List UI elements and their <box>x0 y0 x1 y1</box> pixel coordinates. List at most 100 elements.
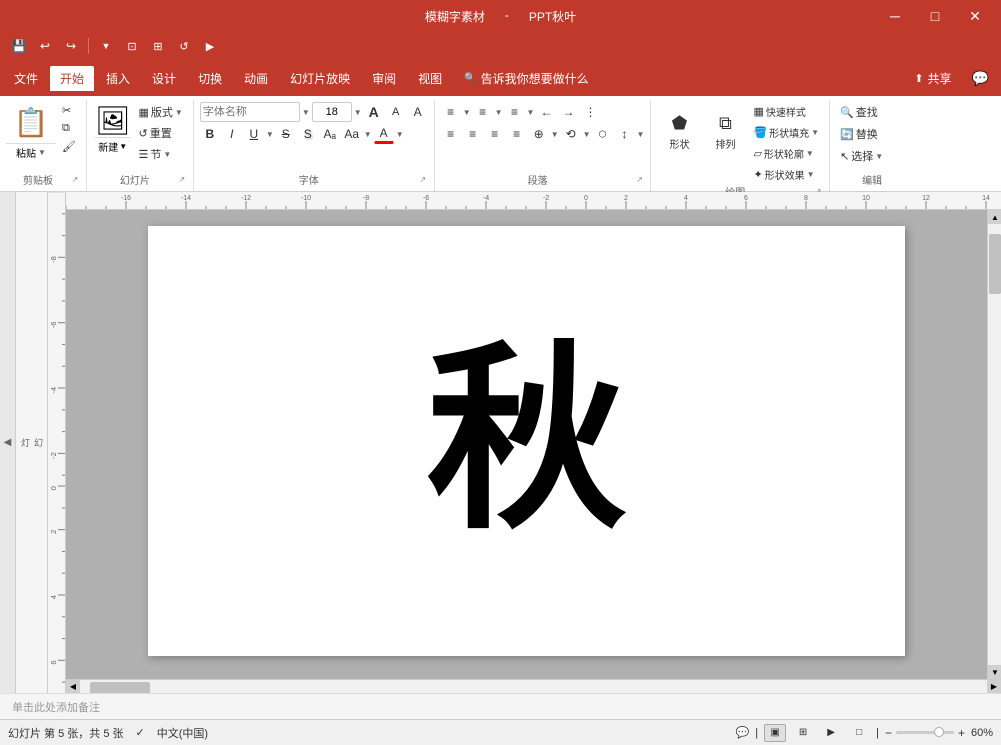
hscroll-track[interactable] <box>80 681 987 693</box>
svg-text:10: 10 <box>862 195 870 202</box>
redo-button[interactable]: ↪ <box>60 35 82 57</box>
menu-home[interactable]: 开始 <box>50 66 94 91</box>
notes-bar[interactable]: 单击此处添加备注 <box>0 693 1001 719</box>
menu-file[interactable]: 文件 <box>4 66 48 91</box>
qt-extra3[interactable]: ↺ <box>173 35 195 57</box>
font-color-button[interactable]: A <box>374 124 394 144</box>
cut-button[interactable]: ✂ ✂ <box>58 102 80 119</box>
clear-format-button[interactable]: A <box>408 102 428 122</box>
section-button[interactable]: ☰ 节 ▼ <box>135 144 187 164</box>
view-presenter-button[interactable]: □ <box>848 724 870 742</box>
dec-indent-button[interactable]: ← <box>536 102 556 122</box>
qt-extra2[interactable]: ⊞ <box>147 35 169 57</box>
para-content: ≡ ▼ ≡ ▼ ≡ ▼ ← → ⋮ ≡ ≡ ≡ ≡ ⊕ ▼ ⟲ <box>441 102 645 172</box>
quick-style-button[interactable]: ▦ 快速样式 <box>749 102 823 121</box>
reset-button[interactable]: ↺ 重置 <box>135 123 187 143</box>
hscroll-left-button[interactable]: ◀ <box>66 680 80 694</box>
justify-button[interactable]: ≡ <box>507 124 527 144</box>
menu-animations[interactable]: 动画 <box>234 66 278 91</box>
shape-fill-button[interactable]: 🪣 形状填充 ▼ <box>749 123 823 142</box>
shrink-font-button[interactable]: A <box>386 102 406 122</box>
close-button[interactable]: ✕ <box>957 2 993 30</box>
font-expand-icon[interactable]: ↗ <box>418 175 428 185</box>
case-button[interactable]: Aa <box>342 124 362 144</box>
view-normal-button[interactable]: ▣ <box>764 724 786 742</box>
direction-button[interactable]: ⟲ <box>561 124 581 144</box>
vscroll-down-button[interactable]: ▼ <box>988 665 1001 679</box>
menu-help[interactable]: 🔍 告诉我你想要做什么 <box>454 66 598 91</box>
menu-slideshow[interactable]: 幻灯片放映 <box>280 66 360 91</box>
maximize-button[interactable]: □ <box>917 2 953 30</box>
menu-review[interactable]: 审阅 <box>362 66 406 91</box>
layout-button[interactable]: ▦ 版式 ▼ <box>135 102 187 122</box>
char-spacing-button[interactable]: Aₐ <box>320 124 340 144</box>
zoom-thumb[interactable] <box>934 727 944 737</box>
shapes-button[interactable]: ⬟ 形状 <box>657 102 701 162</box>
smartart-button[interactable]: ⬡ <box>593 124 613 144</box>
multi-level-button[interactable]: ≡ <box>505 102 525 122</box>
vscroll-track[interactable] <box>988 224 1001 665</box>
vertical-ruler: -8 -6 -4 -2 0 2 4 6 <box>48 192 66 693</box>
arrange-button[interactable]: ⧉ 排列 <box>703 102 747 162</box>
align-right-button[interactable]: ≡ <box>485 124 505 144</box>
bullet-list-button[interactable]: ≡ <box>441 102 461 122</box>
comment-button[interactable]: 💬 <box>964 66 997 91</box>
strikethrough-button[interactable]: S <box>276 124 296 144</box>
align-left-button[interactable]: ≡ <box>441 124 461 144</box>
para-expand-icon[interactable]: ↗ <box>634 175 644 185</box>
select-button[interactable]: ↖ 选择 ▼ <box>836 146 887 166</box>
view-reading-button[interactable]: ▶ <box>820 724 842 742</box>
zoom-slider[interactable]: − + <box>885 726 965 740</box>
size-dd-arrow[interactable]: ▼ <box>354 108 362 117</box>
comments-icon[interactable]: 💬 <box>736 726 750 739</box>
slide-canvas[interactable]: 秋 <box>148 226 905 656</box>
paste-button[interactable]: 📋 粘贴 ▼ <box>6 102 56 161</box>
menu-design[interactable]: 设计 <box>142 66 186 91</box>
replace-button[interactable]: 🔄 替换 <box>836 124 887 144</box>
undo-button[interactable]: ↩ <box>34 35 56 57</box>
font-dd-arrow[interactable]: ▼ <box>302 108 310 117</box>
share-button[interactable]: ⬆ 共享 <box>906 66 959 91</box>
num-list-button[interactable]: ≡ <box>473 102 493 122</box>
minimize-button[interactable]: ─ <box>877 2 913 30</box>
new-slide-button[interactable]: 🖼 新建 ▼ <box>93 102 133 156</box>
column-button[interactable]: ⋮ <box>580 102 600 122</box>
qt-extra1[interactable]: ⊡ <box>121 35 143 57</box>
font-size-input[interactable] <box>312 102 352 122</box>
find-button[interactable]: 🔍 查找 <box>836 102 887 122</box>
find-icon: 🔍 <box>840 106 854 119</box>
app-title: PPT秋叶 <box>529 8 576 25</box>
menu-transitions[interactable]: 切换 <box>188 66 232 91</box>
view-sorter-button[interactable]: ⊞ <box>792 724 814 742</box>
format-paint-button[interactable]: 🖌 <box>58 138 80 155</box>
zoom-track[interactable] <box>896 731 954 734</box>
vscroll-up-button[interactable]: ▲ <box>988 210 1001 224</box>
qt-extra4[interactable]: ▶ <box>199 35 221 57</box>
bold-button[interactable]: B <box>200 124 220 144</box>
font-name-input[interactable] <box>200 102 300 122</box>
zoom-plus-icon[interactable]: + <box>958 726 965 740</box>
zoom-minus-icon[interactable]: − <box>885 726 892 740</box>
hscroll-right-button[interactable]: ▶ <box>987 680 1001 694</box>
grow-font-button[interactable]: A <box>364 102 384 122</box>
vscroll-thumb[interactable] <box>989 234 1001 294</box>
slides-expand-icon[interactable]: ↗ <box>177 175 187 185</box>
sidebar-toggle-button[interactable]: ◀ <box>0 192 16 693</box>
shadow-button[interactable]: S <box>298 124 318 144</box>
italic-button[interactable]: I <box>222 124 242 144</box>
hscroll-thumb[interactable] <box>90 682 150 694</box>
save-button[interactable]: 💾 <box>8 35 30 57</box>
customize-qt-button[interactable]: ▼ <box>95 35 117 57</box>
align-v-button[interactable]: ⊕ <box>529 124 549 144</box>
menu-view[interactable]: 视图 <box>408 66 452 91</box>
shape-outline-button[interactable]: ▱ 形状轮廓 ▼ <box>749 144 823 163</box>
clipboard-expand-icon[interactable]: ↗ <box>70 175 80 185</box>
linespace-button[interactable]: ↕ <box>615 124 635 144</box>
copy-button[interactable]: ⧉ <box>58 120 80 137</box>
zoom-level[interactable]: 60% <box>971 727 993 739</box>
shape-effect-button[interactable]: ✦ 形状效果 ▼ <box>749 165 823 184</box>
inc-indent-button[interactable]: → <box>558 102 578 122</box>
menu-insert[interactable]: 插入 <box>96 66 140 91</box>
align-center-button[interactable]: ≡ <box>463 124 483 144</box>
underline-button[interactable]: U <box>244 124 264 144</box>
